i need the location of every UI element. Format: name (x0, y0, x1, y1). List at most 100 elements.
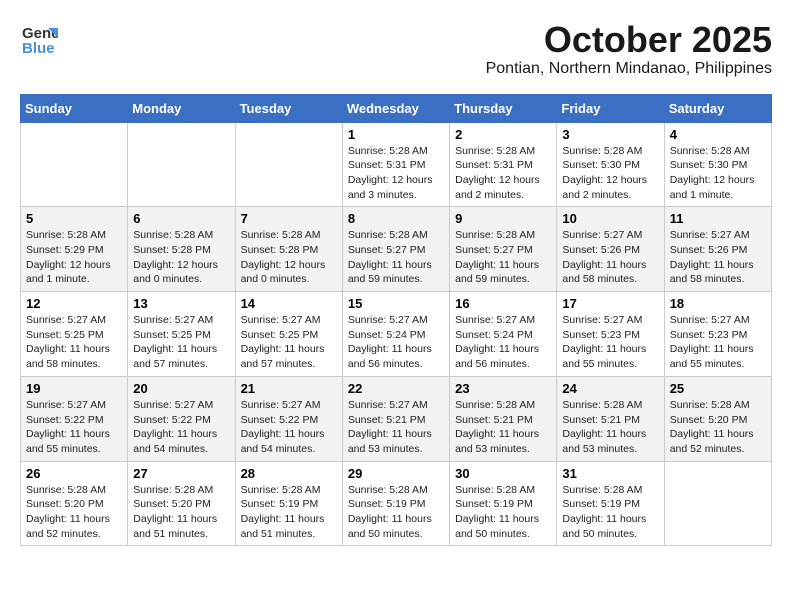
day-info: Sunrise: 5:27 AM Sunset: 5:25 PM Dayligh… (241, 313, 337, 372)
calendar-cell (21, 122, 128, 207)
day-number: 6 (133, 211, 229, 226)
calendar-table: SundayMondayTuesdayWednesdayThursdayFrid… (20, 94, 772, 547)
day-info: Sunrise: 5:28 AM Sunset: 5:28 PM Dayligh… (241, 228, 337, 287)
day-info: Sunrise: 5:28 AM Sunset: 5:19 PM Dayligh… (348, 483, 444, 542)
day-number: 15 (348, 296, 444, 311)
day-number: 7 (241, 211, 337, 226)
day-info: Sunrise: 5:28 AM Sunset: 5:28 PM Dayligh… (133, 228, 229, 287)
weekday-header: Monday (128, 94, 235, 122)
calendar-cell: 16 Sunrise: 5:27 AM Sunset: 5:24 PM Dayli… (450, 292, 557, 377)
day-info: Sunrise: 5:28 AM Sunset: 5:19 PM Dayligh… (241, 483, 337, 542)
day-info: Sunrise: 5:27 AM Sunset: 5:26 PM Dayligh… (562, 228, 658, 287)
calendar-cell (664, 461, 771, 546)
calendar-cell: 11 Sunrise: 5:27 AM Sunset: 5:26 PM Dayli… (664, 207, 771, 292)
day-info: Sunrise: 5:28 AM Sunset: 5:21 PM Dayligh… (455, 398, 551, 457)
day-number: 18 (670, 296, 766, 311)
page-header: General Blue October 2025 Pontian, North… (20, 20, 772, 78)
calendar-week-row: 19 Sunrise: 5:27 AM Sunset: 5:22 PM Dayli… (21, 376, 772, 461)
calendar-cell: 22 Sunrise: 5:27 AM Sunset: 5:21 PM Dayli… (342, 376, 449, 461)
calendar-cell (235, 122, 342, 207)
title-block: October 2025 Pontian, Northern Mindanao,… (486, 20, 772, 78)
calendar-cell: 7 Sunrise: 5:28 AM Sunset: 5:28 PM Daylig… (235, 207, 342, 292)
day-number: 12 (26, 296, 122, 311)
day-number: 4 (670, 127, 766, 142)
day-info: Sunrise: 5:27 AM Sunset: 5:23 PM Dayligh… (670, 313, 766, 372)
day-number: 10 (562, 211, 658, 226)
logo: General Blue (20, 20, 58, 63)
day-info: Sunrise: 5:28 AM Sunset: 5:27 PM Dayligh… (348, 228, 444, 287)
calendar-cell: 26Sunrise: 5:28 AM Sunset: 5:20 PM Dayli… (21, 461, 128, 546)
calendar-cell: 18 Sunrise: 5:27 AM Sunset: 5:23 PM Dayli… (664, 292, 771, 377)
day-info: Sunrise: 5:28 AM Sunset: 5:29 PM Dayligh… (26, 228, 122, 287)
calendar-cell: 10 Sunrise: 5:27 AM Sunset: 5:26 PM Dayli… (557, 207, 664, 292)
day-number: 8 (348, 211, 444, 226)
day-number: 31 (562, 466, 658, 481)
day-info: Sunrise: 5:27 AM Sunset: 5:23 PM Dayligh… (562, 313, 658, 372)
calendar-cell: 24 Sunrise: 5:28 AM Sunset: 5:21 PM Dayli… (557, 376, 664, 461)
day-number: 21 (241, 381, 337, 396)
day-number: 29 (348, 466, 444, 481)
calendar-cell: 31Sunrise: 5:28 AM Sunset: 5:19 PM Dayli… (557, 461, 664, 546)
weekday-header: Thursday (450, 94, 557, 122)
calendar-cell: 9Sunrise: 5:28 AM Sunset: 5:27 PM Daylig… (450, 207, 557, 292)
day-info: Sunrise: 5:28 AM Sunset: 5:20 PM Dayligh… (133, 483, 229, 542)
calendar-cell: 5 Sunrise: 5:28 AM Sunset: 5:29 PM Daylig… (21, 207, 128, 292)
day-info: Sunrise: 5:28 AM Sunset: 5:19 PM Dayligh… (455, 483, 551, 542)
day-number: 11 (670, 211, 766, 226)
day-info: Sunrise: 5:27 AM Sunset: 5:25 PM Dayligh… (133, 313, 229, 372)
day-info: Sunrise: 5:28 AM Sunset: 5:30 PM Dayligh… (562, 144, 658, 203)
day-number: 5 (26, 211, 122, 226)
day-number: 16 (455, 296, 551, 311)
day-info: Sunrise: 5:27 AM Sunset: 5:22 PM Dayligh… (241, 398, 337, 457)
calendar-cell: 29 Sunrise: 5:28 AM Sunset: 5:19 PM Dayli… (342, 461, 449, 546)
logo-icon: General Blue (20, 20, 58, 63)
calendar-cell: 14 Sunrise: 5:27 AM Sunset: 5:25 PM Dayli… (235, 292, 342, 377)
day-number: 20 (133, 381, 229, 396)
weekday-header-row: SundayMondayTuesdayWednesdayThursdayFrid… (21, 94, 772, 122)
calendar-week-row: 5 Sunrise: 5:28 AM Sunset: 5:29 PM Daylig… (21, 207, 772, 292)
calendar-cell: 25 Sunrise: 5:28 AM Sunset: 5:20 PM Dayli… (664, 376, 771, 461)
day-number: 27 (133, 466, 229, 481)
day-number: 26 (26, 466, 122, 481)
calendar-cell: 19 Sunrise: 5:27 AM Sunset: 5:22 PM Dayli… (21, 376, 128, 461)
calendar-cell: 20Sunrise: 5:27 AM Sunset: 5:22 PM Dayli… (128, 376, 235, 461)
calendar-week-row: 26 Sunrise: 5:28 AM Sunset: 5:20 PM Dayli… (21, 461, 772, 546)
calendar-cell: 8 Sunrise: 5:28 AM Sunset: 5:27 PM Daylig… (342, 207, 449, 292)
calendar-cell: 28Sunrise: 5:28 AM Sunset: 5:19 PM Dayli… (235, 461, 342, 546)
day-info: Sunrise: 5:28 AM Sunset: 5:20 PM Dayligh… (670, 398, 766, 457)
weekday-header: Saturday (664, 94, 771, 122)
day-info: Sunrise: 5:27 AM Sunset: 5:24 PM Dayligh… (455, 313, 551, 372)
month-title: October 2025 (486, 20, 772, 60)
calendar-cell: 30Sunrise: 5:28 AM Sunset: 5:19 PM Dayli… (450, 461, 557, 546)
calendar-cell (128, 122, 235, 207)
day-number: 22 (348, 381, 444, 396)
calendar-cell: 3Sunrise: 5:28 AM Sunset: 5:30 PM Daylig… (557, 122, 664, 207)
weekday-header: Sunday (21, 94, 128, 122)
calendar-cell: 27 Sunrise: 5:28 AM Sunset: 5:20 PM Dayli… (128, 461, 235, 546)
calendar-cell: 17Sunrise: 5:27 AM Sunset: 5:23 PM Dayli… (557, 292, 664, 377)
calendar-cell: 21 Sunrise: 5:27 AM Sunset: 5:22 PM Dayli… (235, 376, 342, 461)
day-number: 25 (670, 381, 766, 396)
calendar-cell: 13Sunrise: 5:27 AM Sunset: 5:25 PM Dayli… (128, 292, 235, 377)
svg-text:Blue: Blue (22, 40, 55, 57)
calendar-week-row: 1Sunrise: 5:28 AM Sunset: 5:31 PM Daylig… (21, 122, 772, 207)
calendar-cell: 4Sunrise: 5:28 AM Sunset: 5:30 PM Daylig… (664, 122, 771, 207)
day-info: Sunrise: 5:27 AM Sunset: 5:26 PM Dayligh… (670, 228, 766, 287)
calendar-cell: 2Sunrise: 5:28 AM Sunset: 5:31 PM Daylig… (450, 122, 557, 207)
day-info: Sunrise: 5:27 AM Sunset: 5:22 PM Dayligh… (26, 398, 122, 457)
calendar-cell: 12 Sunrise: 5:27 AM Sunset: 5:25 PM Dayli… (21, 292, 128, 377)
day-info: Sunrise: 5:27 AM Sunset: 5:21 PM Dayligh… (348, 398, 444, 457)
weekday-header: Tuesday (235, 94, 342, 122)
day-number: 24 (562, 381, 658, 396)
day-info: Sunrise: 5:28 AM Sunset: 5:21 PM Dayligh… (562, 398, 658, 457)
day-number: 23 (455, 381, 551, 396)
calendar-cell: 15 Sunrise: 5:27 AM Sunset: 5:24 PM Dayli… (342, 292, 449, 377)
day-info: Sunrise: 5:27 AM Sunset: 5:25 PM Dayligh… (26, 313, 122, 372)
calendar-cell: 23 Sunrise: 5:28 AM Sunset: 5:21 PM Dayli… (450, 376, 557, 461)
day-number: 14 (241, 296, 337, 311)
calendar-cell: 1Sunrise: 5:28 AM Sunset: 5:31 PM Daylig… (342, 122, 449, 207)
day-info: Sunrise: 5:28 AM Sunset: 5:31 PM Dayligh… (455, 144, 551, 203)
day-number: 19 (26, 381, 122, 396)
weekday-header: Friday (557, 94, 664, 122)
day-info: Sunrise: 5:27 AM Sunset: 5:24 PM Dayligh… (348, 313, 444, 372)
